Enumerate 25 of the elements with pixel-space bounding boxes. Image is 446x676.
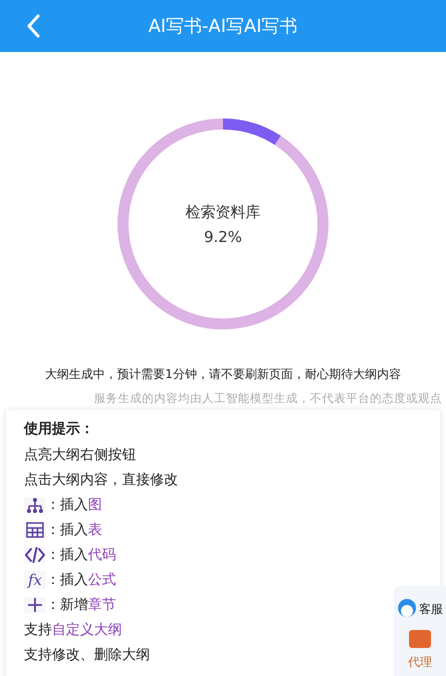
plus-icon bbox=[27, 597, 43, 613]
back-icon[interactable] bbox=[26, 14, 40, 38]
progress-label: 检索资料库 bbox=[186, 202, 260, 222]
code-icon bbox=[25, 547, 45, 563]
status-message: 大纲生成中，预计需要1分钟，请不要刷新页面，耐心期待大纲内容 bbox=[44, 366, 402, 383]
customer-service-button[interactable]: 客服 bbox=[397, 598, 443, 620]
tip-text: ：插入表 bbox=[46, 521, 102, 539]
tip-text: ：插入图 bbox=[46, 496, 102, 514]
tip-text: ：插入公式 bbox=[46, 571, 116, 589]
tip-text: 点击大纲内容，直接修改 bbox=[24, 471, 178, 489]
tip-text: 支持自定义大纲 bbox=[24, 621, 122, 639]
formula-icon: fx bbox=[28, 571, 42, 589]
tip-text: 支持修改、删除大纲 bbox=[24, 646, 150, 664]
agent-button[interactable]: 代理 bbox=[408, 630, 432, 671]
progress-ring-fill bbox=[222, 118, 280, 146]
avatar-icon bbox=[397, 598, 417, 620]
tip-text: ：新增章节 bbox=[46, 596, 116, 614]
table-icon bbox=[26, 522, 44, 538]
tips-title: 使用提示： bbox=[24, 420, 95, 438]
page-title: AI写书-AI写AI写书 bbox=[148, 15, 298, 38]
disclaimer-text: 服务生成的内容均由人工智能模型生成，不代表平台的态度或观点 bbox=[93, 391, 443, 406]
tip-text: ：插入代码 bbox=[46, 546, 116, 564]
tip-text: 点亮大纲右侧按钮 bbox=[24, 446, 136, 464]
progress-percent: 9.2% bbox=[204, 228, 242, 246]
hierarchy-icon bbox=[26, 497, 44, 513]
